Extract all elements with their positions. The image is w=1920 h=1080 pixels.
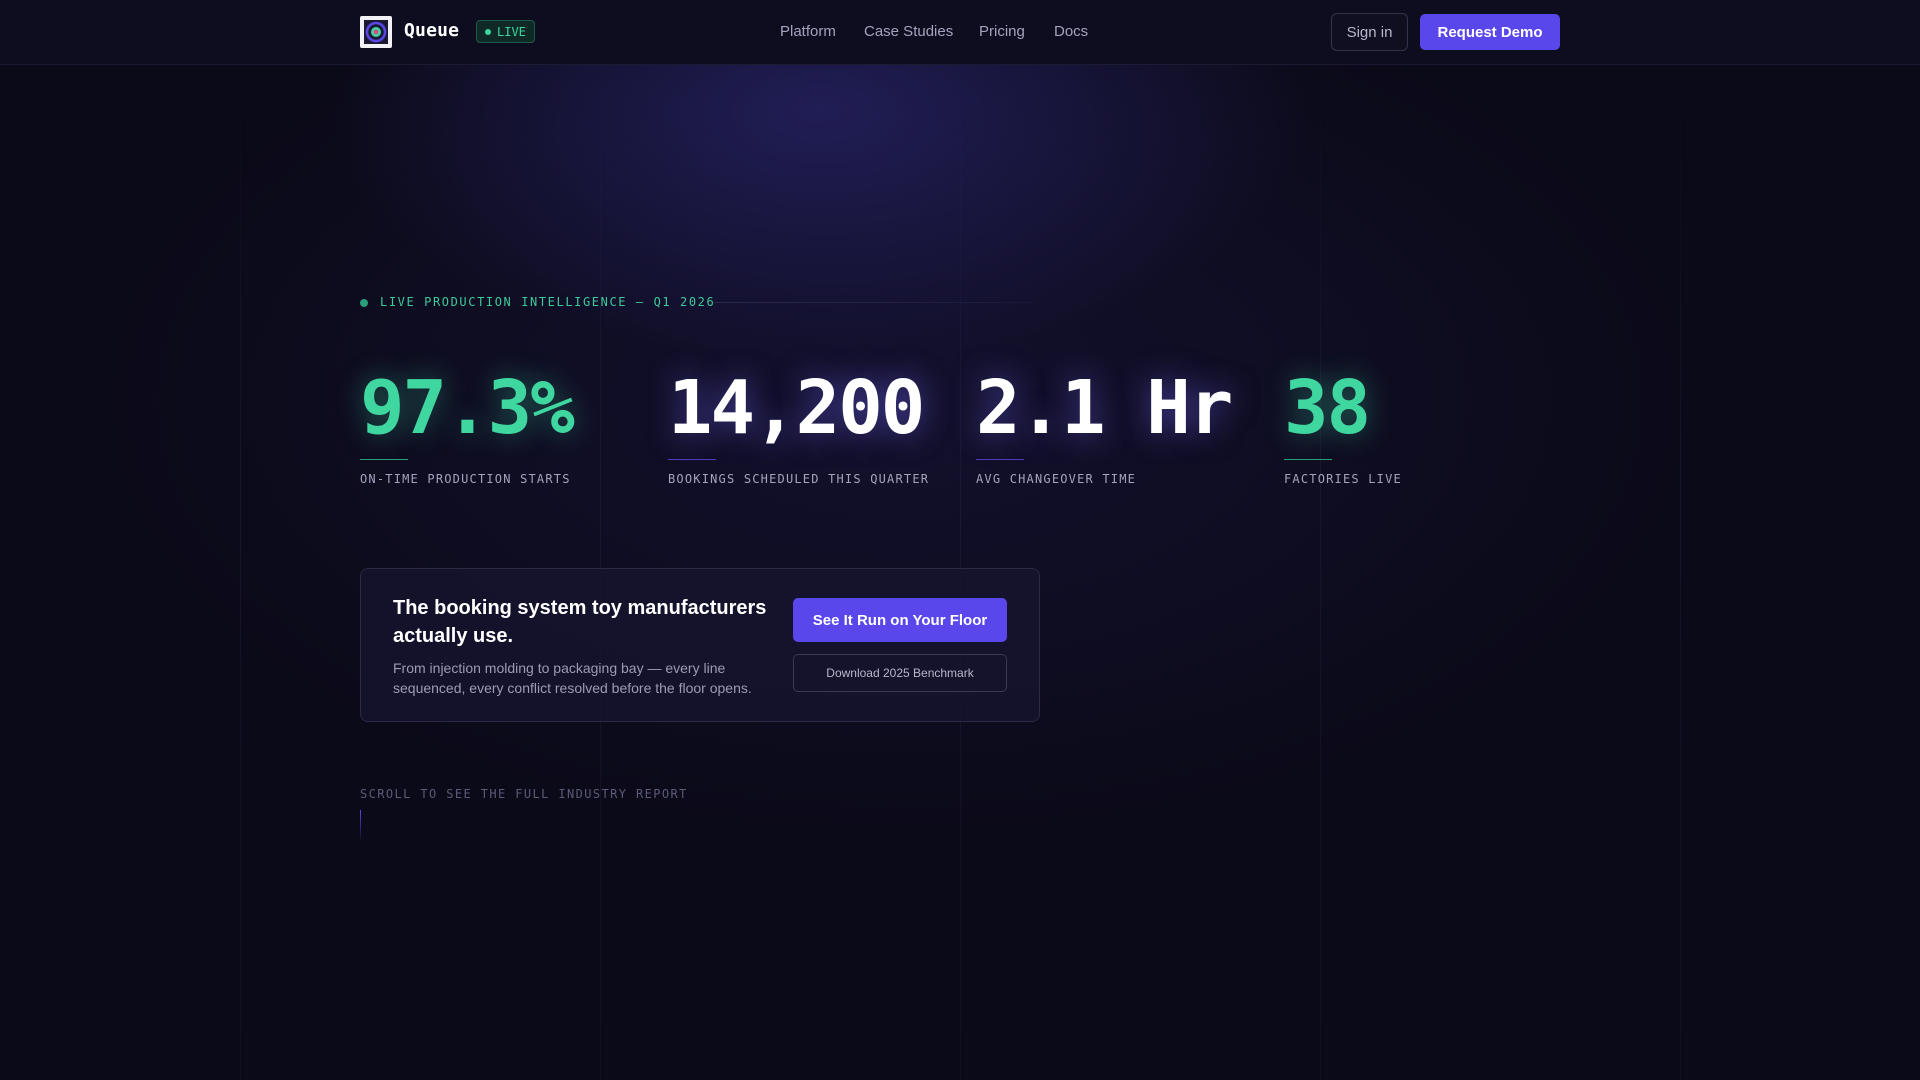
stat-on-time-starts: 97.3% ON-TIME PRODUCTION STARTS	[360, 365, 575, 486]
stat-label: AVG CHANGEOVER TIME	[976, 472, 1137, 486]
hero-eyebrow: LIVE PRODUCTION INTELLIGENCE — Q1 2026	[380, 295, 716, 309]
stat-divider	[1284, 459, 1332, 460]
cta-card: The booking system toy manufacturers act…	[360, 568, 1040, 722]
stat-divider	[668, 459, 716, 460]
nav-platform[interactable]: Platform	[780, 23, 836, 40]
stat-label: ON-TIME PRODUCTION STARTS	[360, 472, 571, 486]
grid-line	[1320, 66, 1321, 1080]
stat-label: FACTORIES LIVE	[1284, 472, 1402, 486]
stat-value: 38	[1284, 365, 1371, 451]
live-badge-label: LIVE	[497, 24, 526, 39]
stat-value: 2.1 Hr	[976, 365, 1233, 451]
nav-docs[interactable]: Docs	[1054, 23, 1088, 40]
grid-line	[1680, 66, 1681, 1080]
eyebrow-divider	[714, 302, 1034, 303]
sign-in-button[interactable]: Sign in	[1331, 13, 1408, 51]
see-it-run-button[interactable]: See It Run on Your Floor	[793, 598, 1007, 642]
request-demo-button[interactable]: Request Demo	[1420, 14, 1560, 50]
queue-logo-icon[interactable]	[360, 16, 392, 48]
stat-divider	[360, 459, 408, 460]
brand-name[interactable]: Queue	[404, 20, 459, 41]
stat-value: 97.3%	[360, 365, 575, 451]
stat-factories-live: 38 FACTORIES LIVE	[1284, 368, 1402, 486]
stat-label: BOOKINGS SCHEDULED THIS QUARTER	[668, 472, 930, 486]
grid-line	[240, 66, 241, 1080]
stat-value: 14,200	[668, 365, 925, 451]
stat-changeover-time: 2.1 Hr AVG CHANGEOVER TIME	[976, 365, 1233, 486]
live-dot-icon	[485, 28, 491, 35]
download-benchmark-button[interactable]: Download 2025 Benchmark	[793, 654, 1007, 692]
cta-subtitle: From injection molding to packaging bay …	[393, 660, 752, 696]
nav-case-studies[interactable]: Case Studies	[864, 23, 953, 40]
eyebrow-dot-icon	[360, 299, 368, 307]
stat-bookings-scheduled: 14,200 BOOKINGS SCHEDULED THIS QUARTER	[668, 368, 929, 486]
cta-title: The booking system toy manufacturers act…	[393, 597, 767, 647]
live-badge: LIVE	[476, 20, 535, 43]
nav-pricing[interactable]: Pricing	[979, 23, 1025, 40]
scroll-hint: SCROLL TO SEE THE FULL INDUSTRY REPORT	[360, 787, 688, 801]
top-navbar: Queue LIVE Platform Case Studies Pricing…	[0, 0, 1920, 65]
stat-divider	[976, 459, 1024, 460]
scroll-indicator	[360, 810, 361, 842]
